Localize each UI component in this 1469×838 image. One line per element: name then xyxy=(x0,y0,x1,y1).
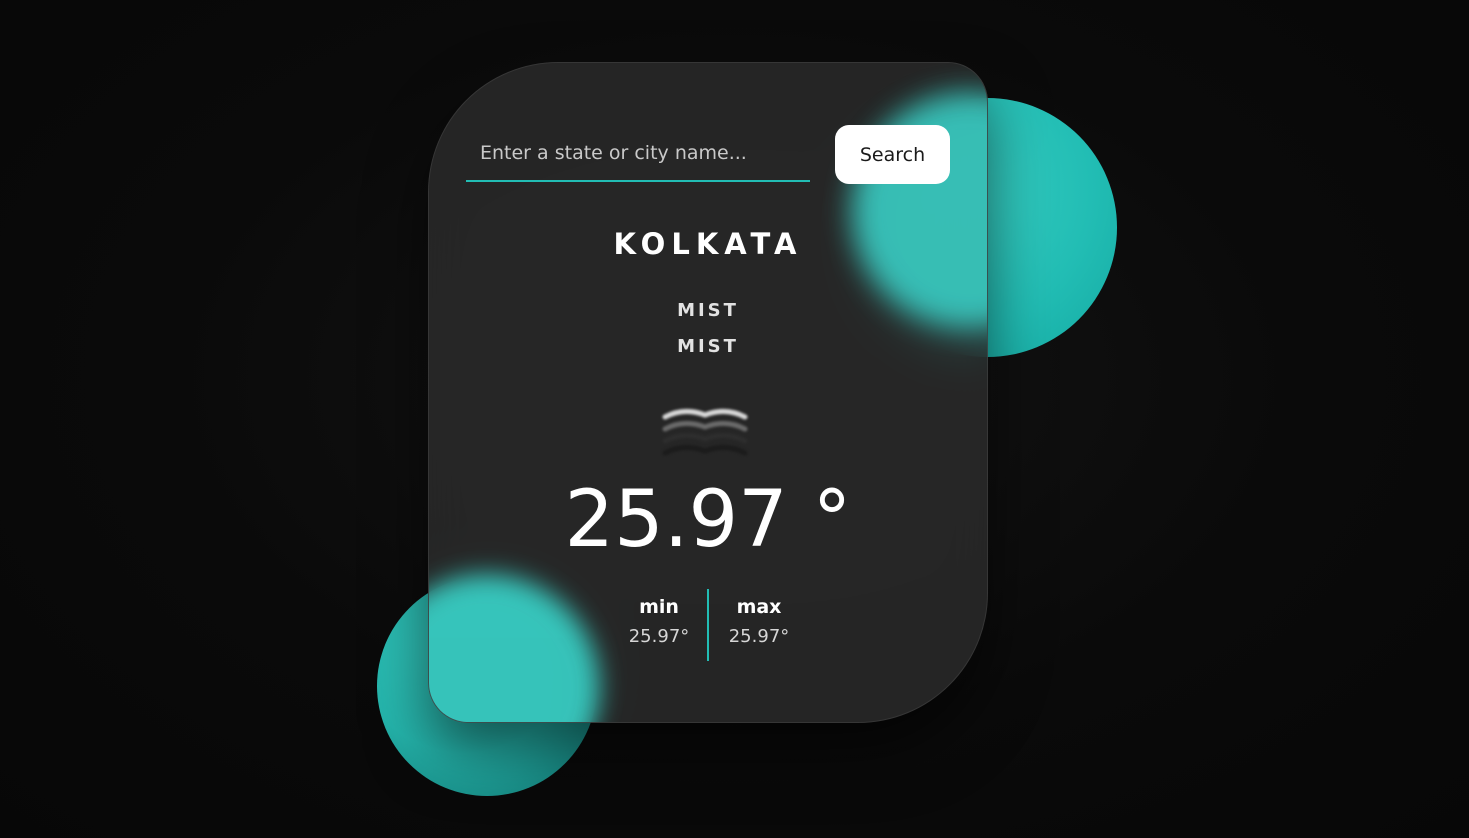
search-bar: Search xyxy=(466,125,950,185)
current-temperature: 25.97 ° xyxy=(564,475,852,565)
max-value: 25.97° xyxy=(728,626,790,647)
min-temperature: min 25.97° xyxy=(609,589,709,647)
weather-condition-description: MIST xyxy=(677,336,739,357)
app-background: Search KOLKATA MIST MIST 25.97 ° min 25.… xyxy=(0,0,1469,838)
mist-icon xyxy=(662,409,748,456)
min-max-temperatures: min 25.97° max 25.97° xyxy=(609,589,809,661)
city-name: KOLKATA xyxy=(613,227,803,261)
search-button[interactable]: Search xyxy=(835,125,950,184)
search-input[interactable] xyxy=(466,125,810,182)
weather-card: Search KOLKATA MIST MIST 25.97 ° min 25.… xyxy=(428,62,988,723)
weather-condition-main: MIST xyxy=(677,300,739,321)
max-temperature: max 25.97° xyxy=(709,589,809,647)
card-glow-bottom xyxy=(429,575,599,722)
min-label: min xyxy=(639,596,679,618)
min-value: 25.97° xyxy=(628,626,690,647)
max-label: max xyxy=(736,596,782,618)
